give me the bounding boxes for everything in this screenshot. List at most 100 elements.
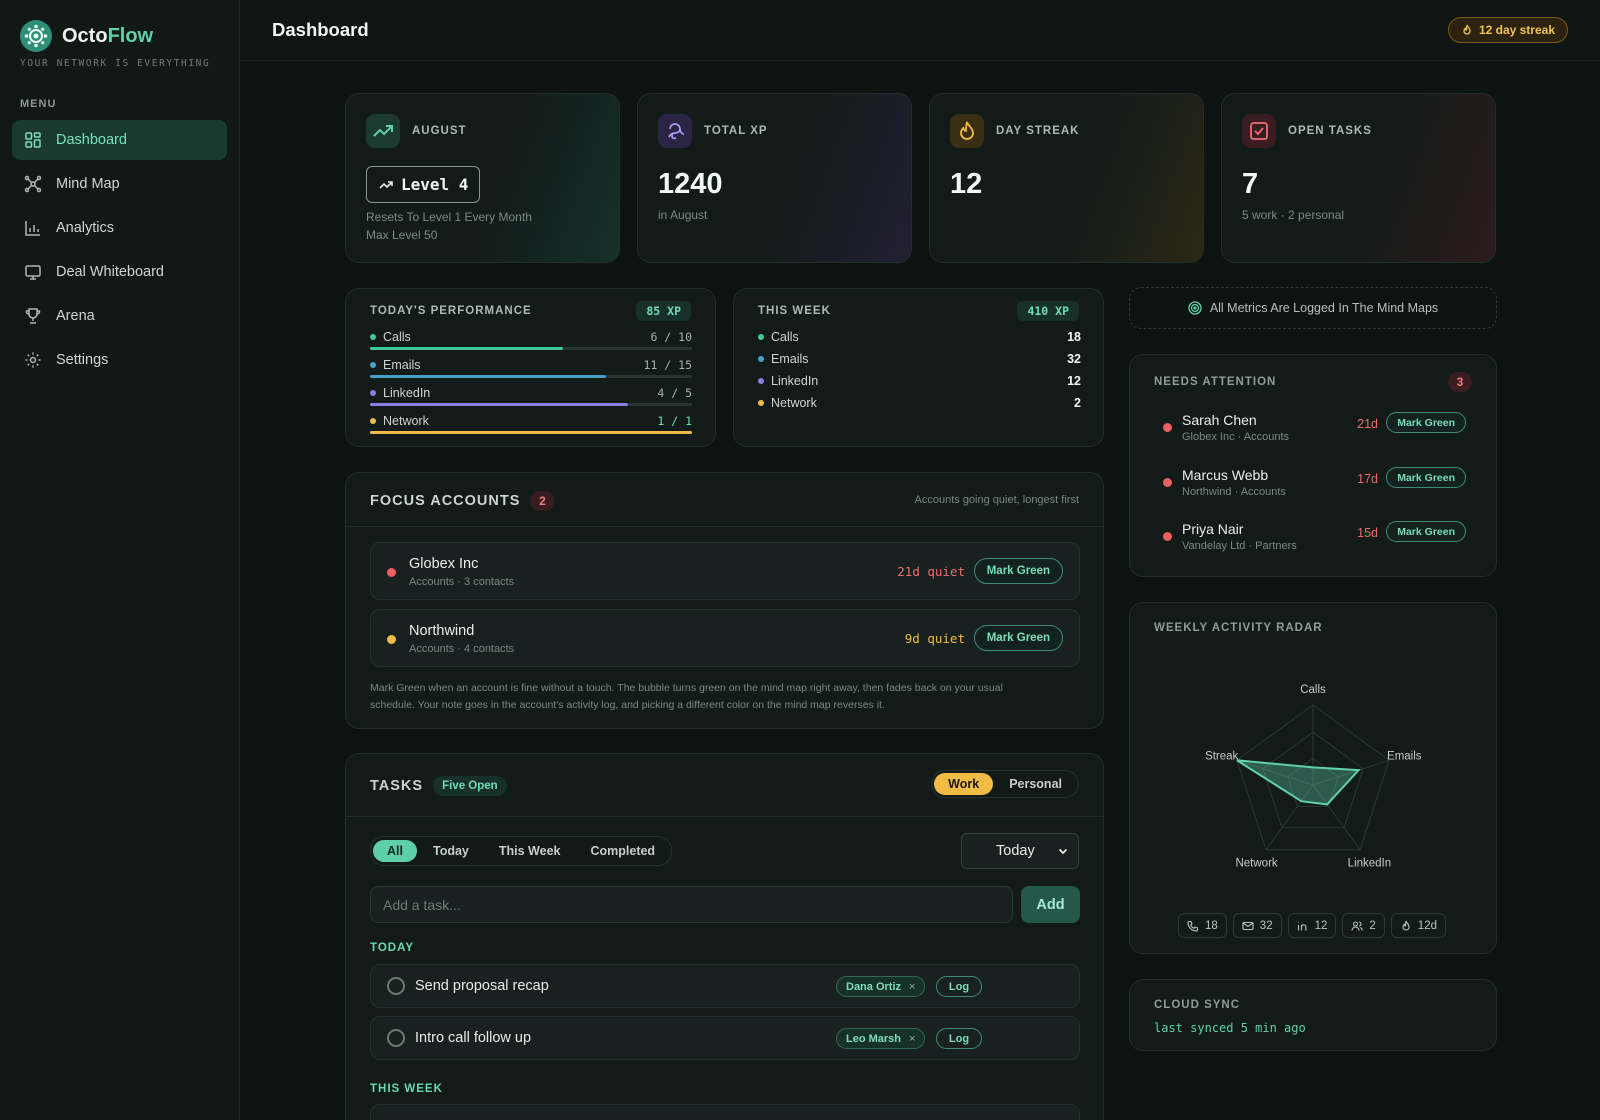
account-meta: Accounts · 4 contacts [409, 643, 515, 655]
focus-accounts-card: FOCUS ACCOUNTS 2 Accounts going quiet, l… [345, 472, 1104, 729]
mark-green-button[interactable]: Mark Green [1386, 412, 1466, 433]
linkedin-icon [1297, 922, 1307, 930]
checkbox-icon [1242, 114, 1276, 148]
task-name: Intro call follow up [415, 1030, 532, 1046]
stat-card-open-tasks: OPEN TASKS 7 5 work · 2 personal [1221, 93, 1496, 263]
metric-count: 4 / 5 [657, 386, 692, 400]
mark-green-button[interactable]: Mark Green [973, 558, 1063, 584]
trending-up-icon [366, 114, 400, 148]
filter-this-week[interactable]: This Week [485, 840, 575, 862]
filter-today[interactable]: Today [419, 840, 483, 862]
metric-label: Calls [771, 330, 799, 344]
sidebar: OctoFlow YOUR NETWORK IS EVERYTHING MENU… [0, 0, 240, 1120]
sidebar-item-settings[interactable]: Settings [12, 340, 227, 380]
top-bar: Dashboard 12 day streak [240, 0, 1600, 61]
tasks-card: TASKS Five Open Work Personal All Today … [345, 753, 1104, 1120]
mode-personal[interactable]: Personal [995, 773, 1076, 795]
task-name: Send proposal recap [415, 978, 549, 994]
brand[interactable]: OctoFlow [20, 20, 153, 52]
open-tasks-badge: Five Open [433, 776, 507, 796]
mark-green-button[interactable]: Mark Green [1386, 521, 1466, 542]
remove-icon[interactable]: × [909, 981, 915, 993]
metric-count: 6 / 10 [650, 330, 692, 344]
assignee-name: Leo Marsh [846, 1032, 902, 1045]
radar-series-area [1236, 759, 1361, 806]
performance-row: Network 1 / 1 [370, 414, 692, 434]
task-row[interactable]: Intro call follow up Leo Marsh × Log [370, 1016, 1080, 1060]
remove-icon[interactable]: × [909, 1033, 915, 1045]
progress-track [370, 375, 692, 378]
open-tasks-value: 7 [1242, 168, 1259, 200]
status-dot [387, 635, 396, 644]
select-value: Today [996, 843, 1035, 859]
sidebar-item-analytics[interactable]: Analytics [12, 208, 227, 248]
card-title: TASKS [370, 778, 424, 794]
sidebar-item-label: Dashboard [56, 132, 127, 148]
divider [346, 816, 1103, 817]
contact-name: Marcus Webb [1182, 467, 1269, 483]
task-checkbox[interactable] [387, 1029, 405, 1047]
task-row[interactable]: Send proposal recap Dana Ortiz × Log [370, 964, 1080, 1008]
metric-name: LinkedIn [758, 374, 818, 388]
stat-card-streak: DAY STREAK 12 [929, 93, 1204, 263]
sidebar-item-arena[interactable]: Arena [12, 296, 227, 336]
focus-account-row[interactable]: Northwind Accounts · 4 contacts 9d quiet… [370, 609, 1080, 667]
status-dot [387, 568, 396, 577]
weekly-activity-radar-card: WEEKLY ACTIVITY RADAR Calls Emails LinkedI… [1129, 602, 1497, 954]
attention-row[interactable]: Sarah Chen Globex Inc · Accounts 21d Mar… [1154, 410, 1476, 450]
progress-fill [370, 375, 607, 378]
add-task-input[interactable] [370, 886, 1013, 923]
log-button[interactable]: Log [936, 1028, 982, 1049]
metric-name: Calls [370, 330, 692, 344]
flame-icon [1463, 24, 1471, 35]
octopus-icon [658, 114, 692, 148]
mark-green-button[interactable]: Mark Green [1386, 467, 1466, 488]
metric-name: Network [370, 414, 692, 428]
filter-all[interactable]: All [373, 840, 417, 862]
focus-account-row[interactable]: Globex Inc Accounts · 3 contacts 21d qui… [370, 542, 1080, 600]
sidebar-item-dashboard[interactable]: Dashboard [12, 120, 227, 160]
mark-green-button[interactable]: Mark Green [973, 625, 1063, 651]
metric-dot [370, 418, 376, 424]
filter-completed[interactable]: Completed [576, 840, 669, 862]
stat-label: AUGUST [412, 125, 467, 137]
metric-value: 18 [1067, 330, 1081, 344]
attention-row[interactable]: Priya Nair Vandelay Ltd · Partners 15d M… [1154, 519, 1476, 559]
menu-label: MENU [20, 98, 57, 110]
mode-work[interactable]: Work [934, 773, 994, 795]
week-row: Emails 32 [758, 352, 1081, 366]
quiet-duration: 9d quiet [904, 631, 965, 646]
contact-meta: Vandelay Ltd · Partners [1182, 540, 1297, 552]
chip-value: 12 [1314, 919, 1328, 932]
trending-up-icon [379, 180, 393, 189]
level-reset-note: Resets To Level 1 Every Month [366, 210, 532, 224]
brand-tagline: YOUR NETWORK IS EVERYTHING [20, 58, 211, 69]
sidebar-item-deal-whiteboard[interactable]: Deal Whiteboard [12, 252, 227, 292]
footnote-line: Mark Green when an account is fine witho… [370, 682, 1003, 694]
sidebar-item-label: Analytics [56, 220, 115, 236]
metric-dot [758, 334, 764, 340]
add-task-button[interactable]: Add [1021, 886, 1080, 923]
streak-badge[interactable]: 12 day streak [1447, 17, 1568, 43]
divider [346, 526, 1103, 527]
metric-value: 32 [1067, 352, 1081, 366]
performance-row: LinkedIn 4 / 5 [370, 386, 692, 406]
sidebar-item-mind-map[interactable]: Mind Map [12, 164, 227, 204]
log-button[interactable]: Log [936, 976, 982, 997]
attention-row[interactable]: Marcus Webb Northwind · Accounts 17d Mar… [1154, 465, 1476, 505]
group-label-today: TODAY [370, 942, 414, 954]
task-checkbox[interactable] [387, 977, 405, 995]
due-date-select[interactable]: Today [961, 833, 1079, 869]
task-row[interactable] [370, 1104, 1080, 1120]
assignee-chip[interactable]: Dana Ortiz × [836, 976, 926, 997]
sidebar-nav: Dashboard Mind Map Analytics Deal Whiteb… [12, 120, 227, 384]
metric-dot [758, 400, 764, 406]
flame-icon [1402, 920, 1410, 930]
quiet-duration: 21d quiet [897, 564, 965, 579]
assignee-chip[interactable]: Leo Marsh × [836, 1028, 926, 1049]
metric-label: Calls [383, 330, 411, 344]
this-week-card: THIS WEEK 410 XP Calls 18 Emails 32 LinkedIn… [733, 288, 1104, 447]
octopus-logo-icon [20, 20, 52, 52]
progress-fill [370, 431, 692, 434]
performance-row: Emails 11 / 15 [370, 358, 692, 378]
